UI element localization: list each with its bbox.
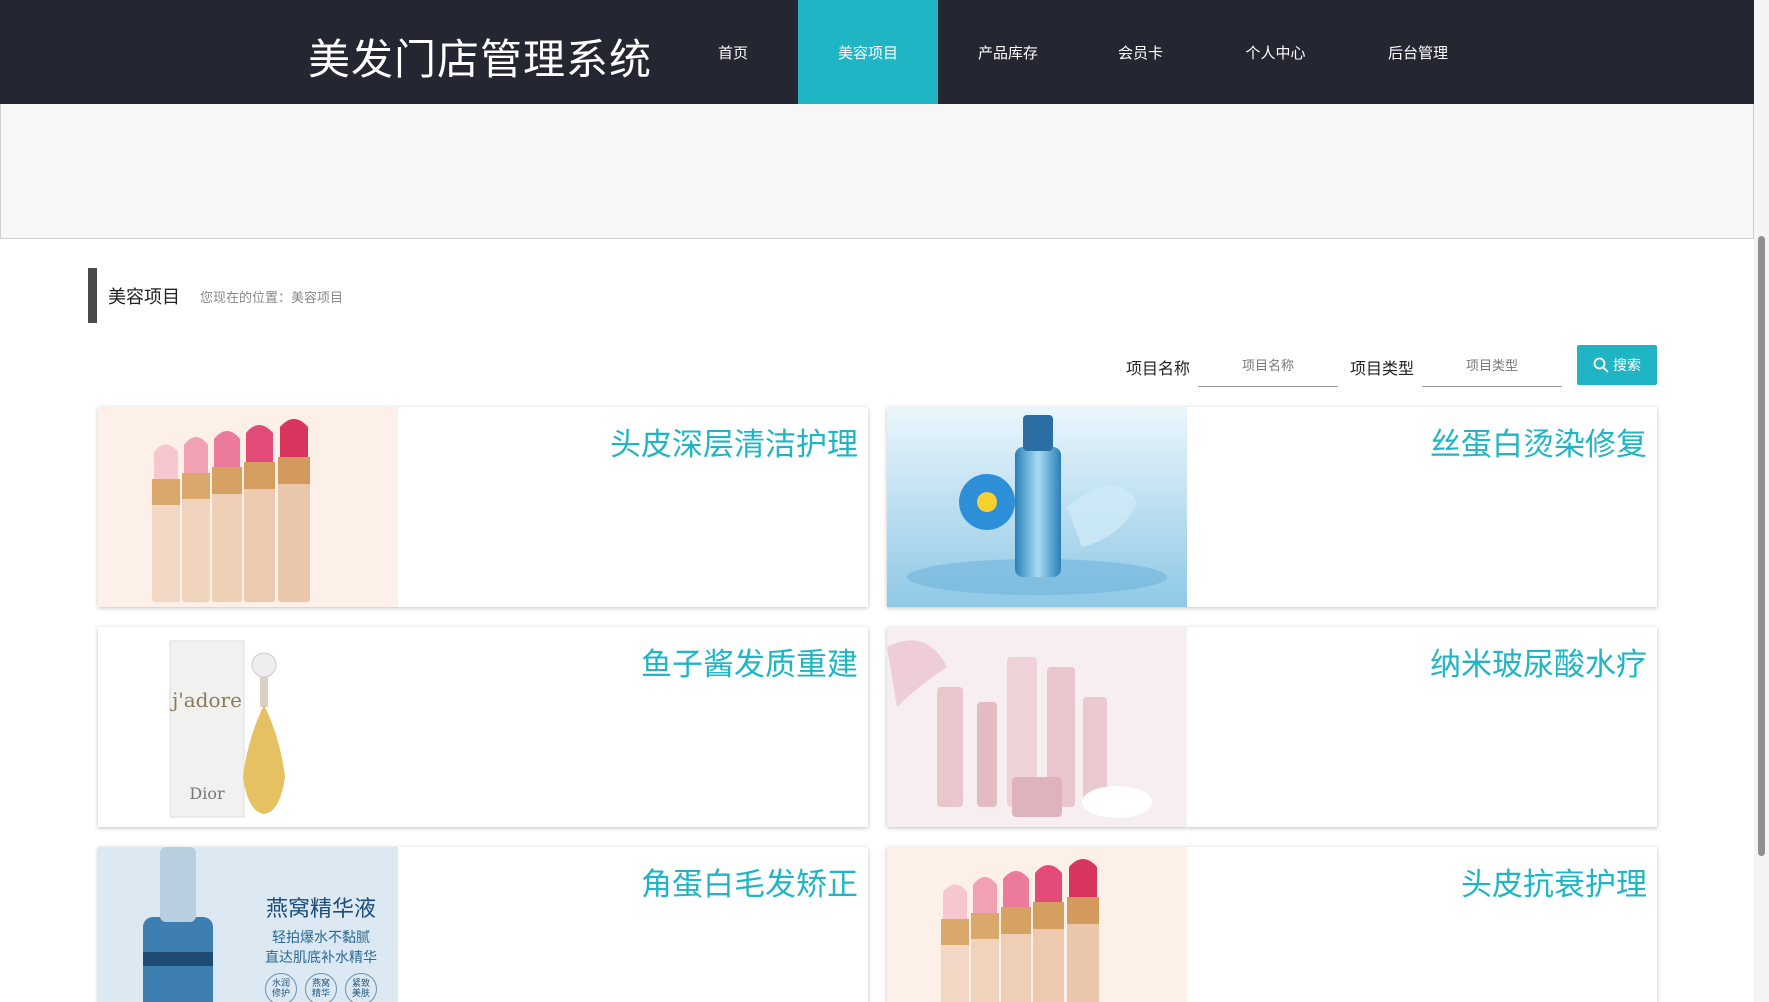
ad-badge: 紧致美肤 (345, 973, 377, 1002)
serum-ad-image: 燕窝精华液 轻拍爆水不黏腻 直达肌底补水精华 水润修护 燕窝精华 紧致美肤 (98, 847, 398, 1002)
nav-member-card[interactable]: 会员卡 (1078, 0, 1203, 104)
banner-area (0, 104, 1754, 239)
svg-text:Dior: Dior (189, 784, 225, 803)
project-name-label: 项目名称 (1126, 359, 1191, 378)
ad-headline: 燕窝精华液 (265, 896, 376, 921)
main-nav: 首页 美容项目 产品库存 会员卡 个人中心 后台管理 (668, 0, 1488, 104)
perfume-image: j'adore Dior (98, 627, 398, 827)
section-accent-bar (88, 268, 97, 323)
pink-skincare-set-image (887, 627, 1187, 827)
nav-personal-center[interactable]: 个人中心 (1203, 0, 1348, 104)
project-card[interactable]: 头皮抗衰护理 (887, 847, 1657, 1002)
project-title[interactable]: 头皮深层清洁护理 (610, 419, 858, 464)
search-button-label: 搜索 (1613, 358, 1641, 374)
ad-badge: 燕窝精华 (305, 973, 337, 1002)
search-bar: 项目名称 项目类型 (1126, 346, 1574, 388)
project-title[interactable]: 角蛋白毛发矫正 (641, 859, 858, 904)
scrollbar-thumb[interactable] (1758, 236, 1765, 856)
project-name-input[interactable] (1198, 347, 1339, 387)
project-type-label: 项目类型 (1350, 359, 1415, 378)
ad-line1: 轻拍爆水不黏腻 (272, 929, 370, 945)
ad-badge: 水润修护 (265, 973, 297, 1002)
top-navbar: 美发门店管理系统 首页 美容项目 产品库存 会员卡 个人中心 后台管理 (0, 0, 1754, 104)
blue-bottle-image (887, 407, 1187, 607)
project-card[interactable]: 丝蛋白烫染修复 (887, 407, 1657, 607)
lipsticks-image (887, 847, 1187, 1002)
project-type-input[interactable] (1422, 347, 1563, 387)
nav-admin[interactable]: 后台管理 (1348, 0, 1488, 104)
project-title[interactable]: 头皮抗衰护理 (1461, 859, 1647, 904)
project-title[interactable]: 纳米玻尿酸水疗 (1430, 639, 1647, 684)
site-logo[interactable]: 美发门店管理系统 (308, 26, 652, 87)
search-icon (1593, 357, 1609, 373)
project-card[interactable]: 燕窝精华液 轻拍爆水不黏腻 直达肌底补水精华 水润修护 燕窝精华 紧致美肤 角蛋… (98, 847, 868, 1002)
project-title[interactable]: 鱼子酱发质重建 (641, 639, 858, 684)
search-button[interactable]: 搜索 (1577, 345, 1657, 385)
nav-product-inventory[interactable]: 产品库存 (938, 0, 1078, 104)
page-title: 美容项目 (108, 287, 180, 308)
lipsticks-image (98, 407, 398, 607)
project-title[interactable]: 丝蛋白烫染修复 (1430, 419, 1647, 464)
project-card[interactable]: j'adore Dior 鱼子酱发质重建 (98, 627, 868, 827)
breadcrumb: 您现在的位置：美容项目 (200, 291, 344, 306)
ad-line2: 直达肌底补水精华 (265, 949, 377, 965)
nav-home[interactable]: 首页 (668, 0, 798, 104)
project-card[interactable]: 纳米玻尿酸水疗 (887, 627, 1657, 827)
project-card[interactable]: 头皮深层清洁护理 (98, 407, 868, 607)
nav-beauty-projects[interactable]: 美容项目 (798, 0, 938, 104)
svg-text:j'adore: j'adore (170, 688, 242, 712)
